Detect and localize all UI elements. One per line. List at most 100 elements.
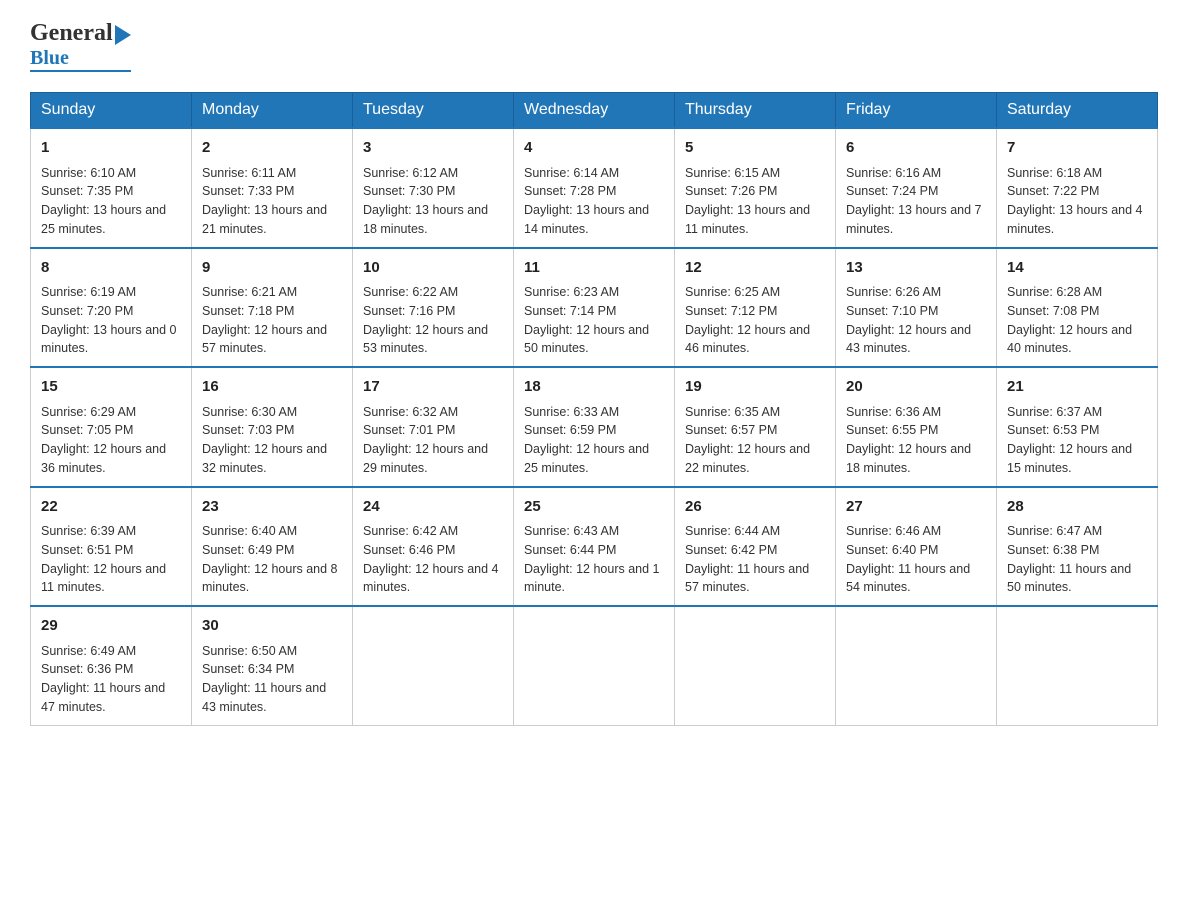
day-info: Sunrise: 6:22 AMSunset: 7:16 PMDaylight:… [363,283,503,358]
day-number: 2 [202,137,342,160]
day-info: Sunrise: 6:26 AMSunset: 7:10 PMDaylight:… [846,283,986,358]
calendar-cell: 19Sunrise: 6:35 AMSunset: 6:57 PMDayligh… [675,367,836,487]
calendar-cell: 28 Sunrise: 6:47 AMSunset: 6:38 PMDayligh… [997,487,1158,607]
day-number: 23 [202,496,342,519]
logo-image: General Blue [30,20,131,72]
day-number: 11 [524,257,664,280]
day-info: Sunrise: 6:28 AMSunset: 7:08 PMDaylight:… [1007,283,1147,358]
day-number: 28 [1007,496,1147,519]
day-info: Sunrise: 6:43 AMSunset: 6:44 PMDaylight:… [524,522,664,597]
day-number: 18 [524,376,664,399]
day-info: Sunrise: 6:15 AMSunset: 7:26 PMDaylight:… [685,164,825,239]
calendar-week-2: 8 Sunrise: 6:19 AMSunset: 7:20 PMDaylight… [31,248,1158,368]
day-number: 29 [41,615,181,638]
day-number: 30 [202,615,342,638]
day-number: 20 [846,376,986,399]
calendar-cell: 13Sunrise: 6:26 AMSunset: 7:10 PMDayligh… [836,248,997,368]
day-number: 12 [685,257,825,280]
weekday-header-thursday: Thursday [675,93,836,129]
logo-underline [30,70,131,72]
logo: General Blue [30,20,131,72]
logo-general-text: General [30,20,113,47]
weekday-header-friday: Friday [836,93,997,129]
calendar-cell: 20 Sunrise: 6:36 AMSunset: 6:55 PMDayligh… [836,367,997,487]
calendar-table: SundayMondayTuesdayWednesdayThursdayFrid… [30,92,1158,726]
day-number: 22 [41,496,181,519]
calendar-cell: 16Sunrise: 6:30 AMSunset: 7:03 PMDayligh… [192,367,353,487]
day-info: Sunrise: 6:16 AMSunset: 7:24 PMDaylight:… [846,164,986,239]
day-info: Sunrise: 6:40 AMSunset: 6:49 PMDaylight:… [202,522,342,597]
day-number: 7 [1007,137,1147,160]
day-info: Sunrise: 6:44 AMSunset: 6:42 PMDaylight:… [685,522,825,597]
calendar-cell: 26 Sunrise: 6:44 AMSunset: 6:42 PMDayligh… [675,487,836,607]
day-info: Sunrise: 6:42 AMSunset: 6:46 PMDaylight:… [363,522,503,597]
day-number: 8 [41,257,181,280]
weekday-header-row: SundayMondayTuesdayWednesdayThursdayFrid… [31,93,1158,129]
calendar-cell: 15 Sunrise: 6:29 AMSunset: 7:05 PMDayligh… [31,367,192,487]
calendar-cell: 18 Sunrise: 6:33 AMSunset: 6:59 PMDayligh… [514,367,675,487]
day-number: 4 [524,137,664,160]
weekday-header-wednesday: Wednesday [514,93,675,129]
calendar-cell: 1 Sunrise: 6:10 AMSunset: 7:35 PMDaylight… [31,128,192,248]
day-info: Sunrise: 6:18 AMSunset: 7:22 PMDaylight:… [1007,164,1147,239]
weekday-header-saturday: Saturday [997,93,1158,129]
calendar-cell: 6Sunrise: 6:16 AMSunset: 7:24 PMDaylight… [836,128,997,248]
day-info: Sunrise: 6:21 AMSunset: 7:18 PMDaylight:… [202,283,342,358]
day-info: Sunrise: 6:25 AMSunset: 7:12 PMDaylight:… [685,283,825,358]
day-info: Sunrise: 6:11 AMSunset: 7:33 PMDaylight:… [202,164,342,239]
calendar-cell: 2 Sunrise: 6:11 AMSunset: 7:33 PMDaylight… [192,128,353,248]
calendar-cell [836,606,997,725]
calendar-cell: 4 Sunrise: 6:14 AMSunset: 7:28 PMDaylight… [514,128,675,248]
day-info: Sunrise: 6:14 AMSunset: 7:28 PMDaylight:… [524,164,664,239]
calendar-cell: 22Sunrise: 6:39 AMSunset: 6:51 PMDayligh… [31,487,192,607]
calendar-week-4: 22Sunrise: 6:39 AMSunset: 6:51 PMDayligh… [31,487,1158,607]
calendar-week-5: 29 Sunrise: 6:49 AMSunset: 6:36 PMDayligh… [31,606,1158,725]
calendar-cell: 10 Sunrise: 6:22 AMSunset: 7:16 PMDayligh… [353,248,514,368]
day-info: Sunrise: 6:10 AMSunset: 7:35 PMDaylight:… [41,164,181,239]
day-number: 16 [202,376,342,399]
day-info: Sunrise: 6:49 AMSunset: 6:36 PMDaylight:… [41,642,181,717]
day-info: Sunrise: 6:46 AMSunset: 6:40 PMDaylight:… [846,522,986,597]
calendar-cell: 12 Sunrise: 6:25 AMSunset: 7:12 PMDayligh… [675,248,836,368]
day-number: 9 [202,257,342,280]
weekday-header-sunday: Sunday [31,93,192,129]
calendar-cell [997,606,1158,725]
day-info: Sunrise: 6:47 AMSunset: 6:38 PMDaylight:… [1007,522,1147,597]
calendar-cell: 7 Sunrise: 6:18 AMSunset: 7:22 PMDaylight… [997,128,1158,248]
day-number: 19 [685,376,825,399]
day-number: 17 [363,376,503,399]
logo-arrow-icon [115,25,131,45]
calendar-cell: 3 Sunrise: 6:12 AMSunset: 7:30 PMDaylight… [353,128,514,248]
day-number: 15 [41,376,181,399]
calendar-cell: 11 Sunrise: 6:23 AMSunset: 7:14 PMDayligh… [514,248,675,368]
day-number: 14 [1007,257,1147,280]
day-number: 26 [685,496,825,519]
day-info: Sunrise: 6:32 AMSunset: 7:01 PMDaylight:… [363,403,503,478]
calendar-cell [353,606,514,725]
day-info: Sunrise: 6:23 AMSunset: 7:14 PMDaylight:… [524,283,664,358]
day-number: 1 [41,137,181,160]
day-info: Sunrise: 6:29 AMSunset: 7:05 PMDaylight:… [41,403,181,478]
day-info: Sunrise: 6:19 AMSunset: 7:20 PMDaylight:… [41,283,181,358]
calendar-week-3: 15 Sunrise: 6:29 AMSunset: 7:05 PMDayligh… [31,367,1158,487]
page-header: General Blue [30,20,1158,72]
calendar-cell: 25 Sunrise: 6:43 AMSunset: 6:44 PMDayligh… [514,487,675,607]
day-info: Sunrise: 6:33 AMSunset: 6:59 PMDaylight:… [524,403,664,478]
calendar-cell: 23 Sunrise: 6:40 AMSunset: 6:49 PMDayligh… [192,487,353,607]
calendar-cell: 8 Sunrise: 6:19 AMSunset: 7:20 PMDaylight… [31,248,192,368]
day-number: 5 [685,137,825,160]
day-number: 24 [363,496,503,519]
day-info: Sunrise: 6:36 AMSunset: 6:55 PMDaylight:… [846,403,986,478]
calendar-cell: 21Sunrise: 6:37 AMSunset: 6:53 PMDayligh… [997,367,1158,487]
day-number: 3 [363,137,503,160]
day-number: 10 [363,257,503,280]
calendar-cell: 30 Sunrise: 6:50 AMSunset: 6:34 PMDayligh… [192,606,353,725]
day-info: Sunrise: 6:12 AMSunset: 7:30 PMDaylight:… [363,164,503,239]
calendar-cell: 24 Sunrise: 6:42 AMSunset: 6:46 PMDayligh… [353,487,514,607]
calendar-cell: 29 Sunrise: 6:49 AMSunset: 6:36 PMDayligh… [31,606,192,725]
day-number: 25 [524,496,664,519]
weekday-header-monday: Monday [192,93,353,129]
calendar-cell [675,606,836,725]
day-number: 21 [1007,376,1147,399]
day-info: Sunrise: 6:50 AMSunset: 6:34 PMDaylight:… [202,642,342,717]
